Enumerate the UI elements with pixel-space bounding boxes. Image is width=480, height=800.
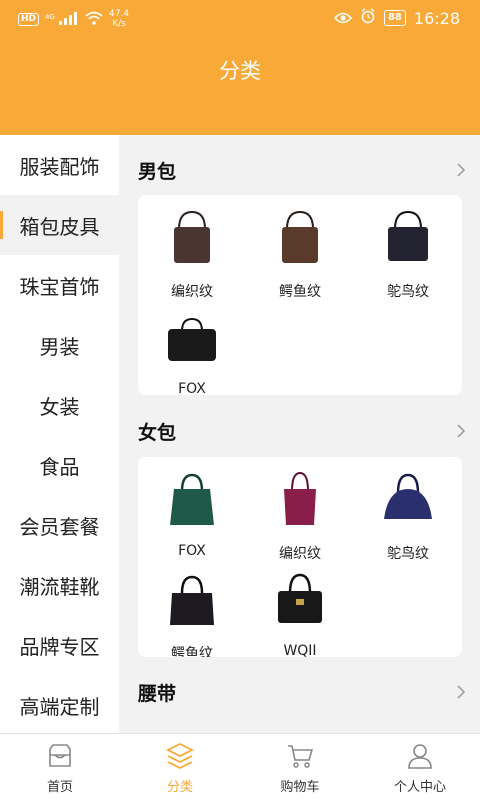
product-label: 鳄鱼纹 bbox=[171, 646, 213, 657]
product-item[interactable]: 鳄鱼纹 bbox=[138, 563, 246, 657]
sidebar-item-label: 女装 bbox=[39, 394, 80, 419]
handbag-image bbox=[282, 210, 318, 263]
sidebar-item-label: 男装 bbox=[39, 334, 80, 359]
sidebar-item-menswear[interactable]: 男装 bbox=[0, 315, 119, 375]
eye-icon bbox=[333, 9, 353, 28]
sim-badge: HD bbox=[18, 12, 40, 26]
bottom-tab-bar: 首页 分类 购物车 个人中心 bbox=[0, 733, 480, 800]
tab-label: 分类 bbox=[166, 780, 193, 795]
sidebar-item-label: 高端定制 bbox=[19, 694, 100, 719]
product-label: FOX bbox=[178, 543, 206, 559]
product-label: WQII bbox=[283, 643, 317, 657]
header-bar: HD 4G 47.4 K/s 88 16:28 分类 bbox=[0, 0, 480, 135]
sidebar-item-label: 食品 bbox=[39, 454, 80, 479]
cart-icon bbox=[288, 745, 314, 768]
sidebar-item-label: 会员套餐 bbox=[19, 514, 100, 539]
tab-label: 首页 bbox=[46, 780, 73, 795]
sidebar-item-jewelry[interactable]: 珠宝首饰 bbox=[0, 255, 119, 315]
sidebar-item-membership[interactable]: 会员套餐 bbox=[0, 495, 119, 555]
product-card-womens-bags: FOX 编织纹 鸵鸟纹 鳄鱼纹 WQII bbox=[138, 457, 462, 657]
tab-cart[interactable]: 购物车 bbox=[240, 734, 360, 800]
product-item[interactable]: FOX bbox=[138, 463, 246, 563]
sidebar-item-shoes[interactable]: 潮流鞋靴 bbox=[0, 555, 119, 615]
sidebar-item-label: 服装配饰 bbox=[19, 154, 100, 179]
battery-indicator: 88 bbox=[383, 10, 406, 26]
section-title: 女包 bbox=[138, 421, 177, 444]
handbag-image bbox=[388, 210, 428, 261]
sidebar-item-bags-leather[interactable]: 箱包皮具 bbox=[0, 195, 119, 255]
tab-category[interactable]: 分类 bbox=[120, 734, 240, 800]
section-header-belts[interactable]: 腰带 bbox=[138, 677, 468, 707]
product-label: 鸵鸟纹 bbox=[387, 284, 429, 300]
section-header-mens-bags[interactable]: 男包 bbox=[138, 155, 468, 185]
handbag-image bbox=[174, 210, 210, 263]
product-label: FOX bbox=[178, 381, 206, 395]
product-label: 编织纹 bbox=[279, 546, 321, 562]
handbag-image bbox=[170, 473, 214, 525]
status-bar: HD 4G 47.4 K/s 88 16:28 bbox=[0, 0, 480, 36]
clock-time: 16:28 bbox=[413, 8, 460, 28]
handbag-image bbox=[168, 317, 216, 361]
category-content: 男包 编织纹 鳄鱼纹 鸵鸟纹 FOX 女包 FOX 编织纹 鸵鸟纹 鳄鱼纹 WQ… bbox=[119, 135, 480, 733]
section-title: 腰带 bbox=[138, 682, 177, 705]
product-label: 编织纹 bbox=[171, 284, 213, 300]
home-icon bbox=[49, 744, 71, 767]
tab-home[interactable]: 首页 bbox=[0, 734, 120, 800]
product-item[interactable]: 鸵鸟纹 bbox=[354, 201, 462, 301]
tab-label: 个人中心 bbox=[393, 780, 446, 795]
chevron-right-icon bbox=[457, 424, 466, 438]
product-item[interactable]: 编织纹 bbox=[246, 463, 354, 563]
handbag-image bbox=[284, 471, 316, 525]
product-label: 鳄鱼纹 bbox=[279, 284, 321, 300]
product-item[interactable]: FOX bbox=[138, 301, 246, 395]
sidebar-item-label: 箱包皮具 bbox=[19, 214, 100, 239]
chevron-right-icon bbox=[457, 163, 466, 177]
tab-label: 购物车 bbox=[280, 780, 320, 795]
page-title: 分类 bbox=[219, 59, 261, 83]
sidebar-item-label: 品牌专区 bbox=[19, 634, 100, 659]
chevron-right-icon bbox=[457, 685, 466, 699]
product-item[interactable]: WQII bbox=[246, 563, 354, 657]
section-title: 男包 bbox=[138, 160, 177, 183]
product-label: 鸵鸟纹 bbox=[387, 546, 429, 562]
alarm-icon bbox=[360, 8, 376, 28]
user-icon bbox=[408, 744, 432, 769]
sidebar-item-custom[interactable]: 高端定制 bbox=[0, 675, 119, 735]
handbag-image bbox=[384, 473, 432, 519]
signal-icon: 4G bbox=[45, 11, 79, 28]
handbag-image bbox=[278, 573, 322, 623]
category-sidebar: 服装配饰 箱包皮具 珠宝首饰 男装 女装 食品 会员套餐 潮流鞋靴 品牌专区 高… bbox=[0, 135, 119, 733]
sidebar-item-label: 珠宝首饰 bbox=[19, 274, 100, 299]
sidebar-item-food[interactable]: 食品 bbox=[0, 435, 119, 495]
sidebar-item-clothing-accessories[interactable]: 服装配饰 bbox=[0, 135, 119, 195]
product-item[interactable]: 鸵鸟纹 bbox=[354, 463, 462, 563]
svg-text:4G: 4G bbox=[45, 13, 55, 21]
tab-profile[interactable]: 个人中心 bbox=[360, 734, 480, 800]
layers-icon bbox=[166, 742, 194, 770]
handbag-image bbox=[170, 575, 214, 625]
network-speed: 47.4 K/s bbox=[109, 9, 130, 29]
section-header-womens-bags[interactable]: 女包 bbox=[138, 416, 468, 446]
wifi-icon bbox=[85, 11, 103, 28]
sidebar-item-label: 潮流鞋靴 bbox=[19, 574, 100, 599]
product-item[interactable]: 编织纹 bbox=[138, 201, 246, 301]
product-card-mens-bags: 编织纹 鳄鱼纹 鸵鸟纹 FOX bbox=[138, 195, 462, 395]
sidebar-item-womenswear[interactable]: 女装 bbox=[0, 375, 119, 435]
sidebar-item-brands[interactable]: 品牌专区 bbox=[0, 615, 119, 675]
product-item[interactable]: 鳄鱼纹 bbox=[246, 201, 354, 301]
